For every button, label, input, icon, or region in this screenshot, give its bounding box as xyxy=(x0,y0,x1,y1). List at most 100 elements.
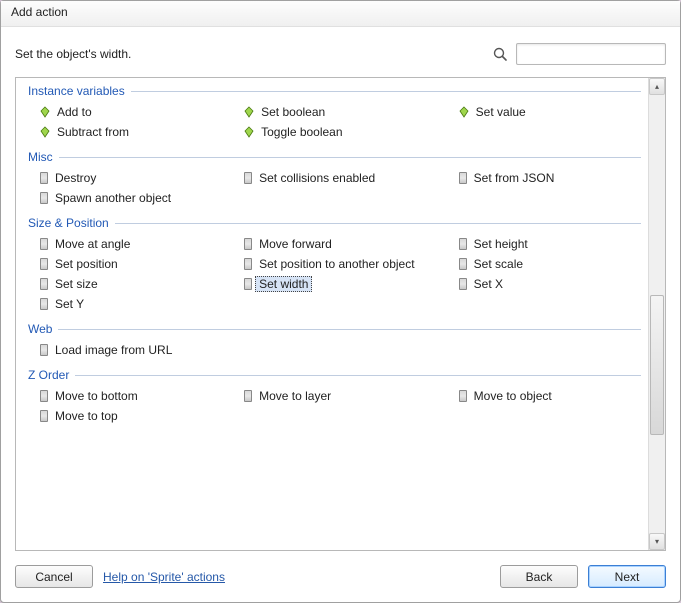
dialog-window: Add action Set the object's width. Insta… xyxy=(0,0,681,603)
action-label: Move to bottom xyxy=(54,389,139,403)
action-label: Move to top xyxy=(54,409,119,423)
action-label: Subtract from xyxy=(56,125,130,139)
vertical-scrollbar[interactable]: ▴ ▾ xyxy=(648,78,665,550)
action-label: Move to layer xyxy=(258,389,332,403)
group-title: Misc xyxy=(28,150,53,164)
object-icon xyxy=(244,390,252,402)
action-add-to[interactable]: Add to xyxy=(28,102,232,122)
variable-icon xyxy=(40,106,50,118)
group-items: Move to bottom Move to top Move to layer… xyxy=(28,386,641,426)
group-header-web[interactable]: Web xyxy=(28,322,641,336)
variable-icon xyxy=(40,126,50,138)
object-icon xyxy=(40,344,48,356)
action-label: Move at angle xyxy=(54,237,131,251)
action-label: Set scale xyxy=(473,257,524,271)
group-divider xyxy=(59,157,641,158)
object-icon xyxy=(459,172,467,184)
action-set-collisions[interactable]: Set collisions enabled xyxy=(232,168,447,188)
group-divider xyxy=(58,329,641,330)
group-divider xyxy=(115,223,641,224)
action-move-to-top[interactable]: Move to top xyxy=(28,406,232,426)
group-header-z-order[interactable]: Z Order xyxy=(28,368,641,382)
scroll-down-button[interactable]: ▾ xyxy=(649,533,665,550)
action-set-from-json[interactable]: Set from JSON xyxy=(447,168,641,188)
description-text: Set the object's width. xyxy=(15,47,484,61)
object-icon xyxy=(459,238,467,250)
action-move-to-layer[interactable]: Move to layer xyxy=(232,386,447,406)
scroll-thumb[interactable] xyxy=(650,295,664,435)
action-set-value[interactable]: Set value xyxy=(447,102,641,122)
cancel-button[interactable]: Cancel xyxy=(15,565,93,588)
action-list-inner: Instance variables Add to Subtract from … xyxy=(16,78,647,550)
group-header-instance-variables[interactable]: Instance variables xyxy=(28,84,641,98)
action-label: Spawn another object xyxy=(54,191,172,205)
object-icon xyxy=(40,278,48,290)
action-set-height[interactable]: Set height xyxy=(447,234,641,254)
object-icon xyxy=(40,298,48,310)
next-button[interactable]: Next xyxy=(588,565,666,588)
group-items: Add to Subtract from Set boolean Toggle … xyxy=(28,102,641,142)
action-label: Move to object xyxy=(473,389,553,403)
action-label: Set collisions enabled xyxy=(258,171,376,185)
action-label: Toggle boolean xyxy=(260,125,343,139)
action-subtract-from[interactable]: Subtract from xyxy=(28,122,232,142)
action-label: Set value xyxy=(475,105,527,119)
object-icon xyxy=(459,390,467,402)
group-items: Destroy Spawn another object Set collisi… xyxy=(28,168,641,208)
action-set-y[interactable]: Set Y xyxy=(28,294,232,314)
action-label: Set position xyxy=(54,257,119,271)
scroll-track[interactable] xyxy=(649,95,665,533)
group-divider xyxy=(131,91,641,92)
group-header-size-position[interactable]: Size & Position xyxy=(28,216,641,230)
variable-icon xyxy=(459,106,469,118)
object-icon xyxy=(244,278,252,290)
action-destroy[interactable]: Destroy xyxy=(28,168,232,188)
object-icon xyxy=(40,192,48,204)
action-toggle-boolean[interactable]: Toggle boolean xyxy=(232,122,447,142)
action-label: Set width xyxy=(255,276,312,292)
group-title: Size & Position xyxy=(28,216,109,230)
footer: Cancel Help on 'Sprite' actions Back Nex… xyxy=(15,551,666,588)
description-row: Set the object's width. xyxy=(15,41,666,67)
action-list: Instance variables Add to Subtract from … xyxy=(15,77,666,551)
action-label: Set boolean xyxy=(260,105,326,119)
group-items: Move at angle Set position Set size Set … xyxy=(28,234,641,314)
action-move-to-bottom[interactable]: Move to bottom xyxy=(28,386,232,406)
action-set-position[interactable]: Set position xyxy=(28,254,232,274)
chevron-down-icon: ▾ xyxy=(655,537,659,546)
object-icon xyxy=(40,172,48,184)
action-move-at-angle[interactable]: Move at angle xyxy=(28,234,232,254)
client-area: Set the object's width. Instance variabl… xyxy=(1,27,680,602)
action-load-image-url[interactable]: Load image from URL xyxy=(28,340,232,360)
action-set-scale[interactable]: Set scale xyxy=(447,254,641,274)
search-input[interactable] xyxy=(516,43,666,65)
chevron-up-icon: ▴ xyxy=(655,82,659,91)
help-link[interactable]: Help on 'Sprite' actions xyxy=(103,570,225,584)
group-items: Load image from URL xyxy=(28,340,641,360)
object-icon xyxy=(244,258,252,270)
group-header-misc[interactable]: Misc xyxy=(28,150,641,164)
object-icon xyxy=(40,258,48,270)
action-move-to-object[interactable]: Move to object xyxy=(447,386,641,406)
action-label: Set X xyxy=(473,277,504,291)
group-title: Web xyxy=(28,322,52,336)
object-icon xyxy=(459,278,467,290)
group-divider xyxy=(75,375,641,376)
object-icon xyxy=(244,238,252,250)
action-label: Set Y xyxy=(54,297,85,311)
action-label: Set from JSON xyxy=(473,171,556,185)
action-move-forward[interactable]: Move forward xyxy=(232,234,447,254)
action-set-size[interactable]: Set size xyxy=(28,274,232,294)
action-spawn-another[interactable]: Spawn another object xyxy=(28,188,232,208)
object-icon xyxy=(40,238,48,250)
action-set-x[interactable]: Set X xyxy=(447,274,641,294)
object-icon xyxy=(40,390,48,402)
action-set-width[interactable]: Set width xyxy=(232,274,447,294)
action-set-position-to-object[interactable]: Set position to another object xyxy=(232,254,447,274)
action-set-boolean[interactable]: Set boolean xyxy=(232,102,447,122)
group-title: Z Order xyxy=(28,368,69,382)
action-label: Load image from URL xyxy=(54,343,173,357)
back-button[interactable]: Back xyxy=(500,565,578,588)
scroll-up-button[interactable]: ▴ xyxy=(649,78,665,95)
action-label: Set height xyxy=(473,237,529,251)
